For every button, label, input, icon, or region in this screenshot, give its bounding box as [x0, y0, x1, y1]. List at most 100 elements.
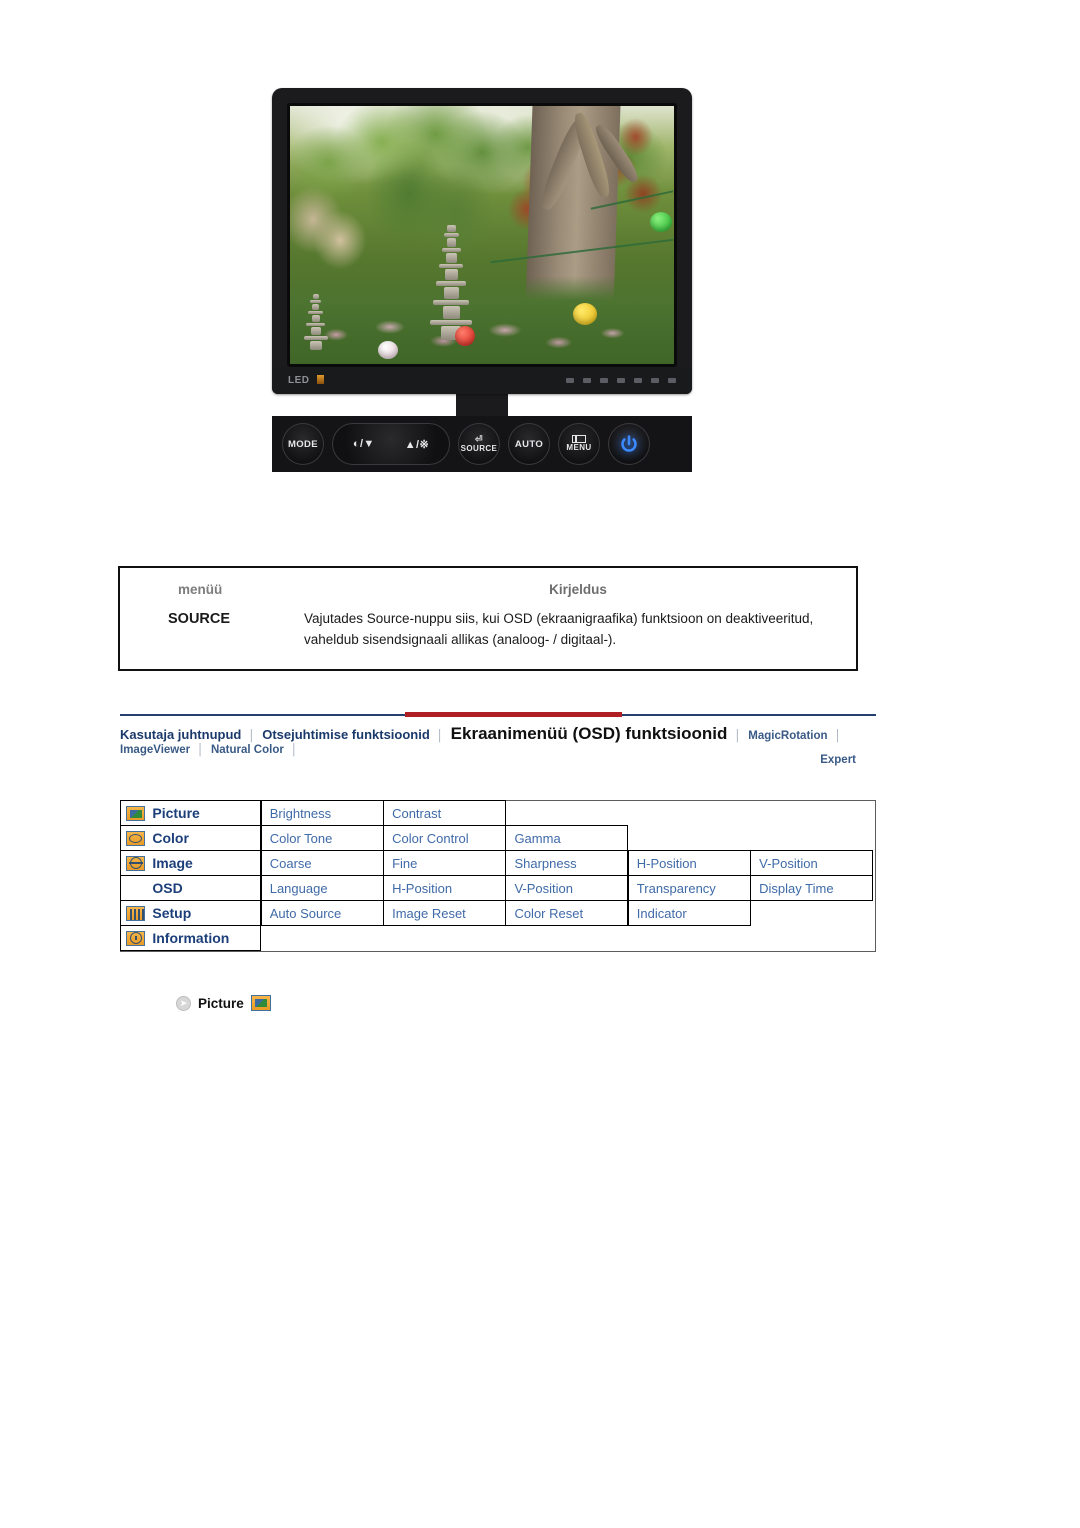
osd-label-text: Color: [152, 830, 189, 847]
table-row: Information: [120, 925, 875, 951]
source-button-label: SOURCE: [460, 443, 498, 453]
menu-bars-icon: [572, 435, 586, 444]
osd-cell-empty: [750, 825, 873, 851]
osd-item-h-position[interactable]: H-Position: [383, 875, 507, 901]
osd-label-text: Image: [152, 855, 193, 872]
osd-item-coarse[interactable]: Coarse: [260, 850, 384, 876]
osd-item-gamma[interactable]: Gamma: [505, 825, 629, 851]
table-row: OSD Language H-Position V-Position Trans…: [120, 875, 875, 901]
osd-item-display-time[interactable]: Display Time: [750, 875, 874, 901]
bezel-key-icon: [600, 378, 608, 383]
bezel-key-icon: [634, 378, 642, 383]
osd-cell-empty: [628, 925, 751, 951]
bezel-key-icons: [566, 378, 676, 383]
osd-item-v-position[interactable]: V-Position: [505, 875, 629, 901]
nav-separator: │: [734, 730, 742, 742]
nav-item-direct-functions[interactable]: Otsejuhtimise funktsioonid: [262, 727, 430, 742]
osd-cell-empty: [628, 825, 751, 851]
brightness-up-label: ▲/※: [404, 438, 430, 451]
osd-label-text: Setup: [152, 905, 192, 922]
bezel-key-icon: [617, 378, 625, 383]
nav-separator: │: [248, 730, 256, 742]
mode-button-label: MODE: [287, 438, 319, 450]
table-header-row: menüü Kirjeldus: [120, 568, 856, 597]
picture-section-label: Picture: [198, 995, 244, 1011]
power-button[interactable]: [608, 423, 650, 465]
osd-item-color-reset[interactable]: Color Reset: [505, 900, 629, 926]
source-description-table: menüü Kirjeldus SOURCE Vajutades Source-…: [118, 566, 858, 671]
osd-item-fine[interactable]: Fine: [383, 850, 507, 876]
osd-label-text: Picture: [152, 805, 200, 822]
brightness-rocker-button[interactable]: ◐/▼ ▲/※: [332, 423, 450, 465]
picture-icon: [126, 805, 146, 821]
osd-item-h-position[interactable]: H-Position: [627, 850, 751, 876]
nav-rails: [120, 712, 876, 717]
osd-item-auto-source[interactable]: Auto Source: [260, 900, 384, 926]
nav-separator: │: [834, 730, 842, 742]
column-header-menu: menüü: [178, 582, 223, 597]
nav-item-natural-color-expert[interactable]: Expert: [120, 754, 876, 766]
osd-row-label-picture[interactable]: Picture: [120, 800, 262, 826]
osd-cell-empty: [750, 800, 873, 826]
osd-cell-empty: [750, 925, 873, 951]
table-row: SOURCE Vajutades Source-nuppu siis, kui …: [120, 597, 856, 669]
nav-item-magicrotation[interactable]: MagicRotation: [748, 730, 827, 742]
brightness-down-label: ◐/▼: [352, 438, 375, 450]
image-icon: [126, 855, 146, 871]
osd-item-image-reset[interactable]: Image Reset: [383, 900, 507, 926]
auto-button[interactable]: AUTO: [508, 423, 550, 465]
nav-separator: │: [436, 730, 444, 742]
led-lamp-icon: [316, 375, 324, 384]
source-description-text: Vajutades Source-nuppu siis, kui OSD (ek…: [304, 611, 814, 647]
nav-item-osd-functions[interactable]: Ekraanimenüü (OSD) funktsioonid: [451, 724, 728, 744]
screen-lantern-red: [455, 325, 476, 346]
picture-section-heading: ➤ Picture: [176, 995, 271, 1011]
picture-icon: [250, 995, 271, 1011]
osd-cell-empty: [628, 800, 751, 826]
osd-item-v-position[interactable]: V-Position: [750, 850, 874, 876]
osd-item-contrast[interactable]: Contrast: [383, 800, 507, 826]
auto-button-label: AUTO: [514, 438, 544, 450]
arrow-bullet-icon: ➤: [176, 995, 191, 1011]
monitor-body: LED: [272, 88, 692, 394]
monitor-bezel-bottom: LED: [272, 367, 692, 394]
bezel-key-icon: [583, 378, 591, 383]
monitor-screen: [287, 103, 677, 367]
osd-menu-map-table: Picture Brightness Contrast Color Color …: [120, 800, 876, 952]
led-text: LED: [288, 375, 310, 386]
bezel-key-icon: [651, 378, 659, 383]
osd-cell-empty: [383, 925, 506, 951]
osd-cell-empty: [505, 800, 628, 826]
osd-item-brightness[interactable]: Brightness: [260, 800, 384, 826]
osd-row-label-color[interactable]: Color: [120, 825, 262, 851]
power-icon: [621, 435, 637, 452]
table-row: Picture Brightness Contrast: [120, 800, 875, 826]
osd-label-text: Information: [152, 930, 230, 947]
information-icon: [126, 930, 146, 946]
mode-button[interactable]: MODE: [282, 423, 324, 465]
osd-row-label-image[interactable]: Image: [120, 850, 262, 876]
osd-row-label-information[interactable]: Information: [120, 925, 262, 951]
source-key-label: SOURCE: [168, 611, 231, 627]
page-root: LED MODE ◐/▼ ▲/※ ⏎ SOURCE AUTO MENU menü…: [0, 0, 1080, 1528]
table-row: Setup Auto Source Image Reset Color Rese…: [120, 900, 875, 926]
monitor-illustration: LED MODE ◐/▼ ▲/※ ⏎ SOURCE AUTO MENU: [272, 88, 692, 472]
osd-item-color-control[interactable]: Color Control: [383, 825, 507, 851]
osd-item-sharpness[interactable]: Sharpness: [505, 850, 629, 876]
table-row: Color Color Tone Color Control Gamma: [120, 825, 875, 851]
osd-row-label-osd[interactable]: OSD: [120, 875, 262, 901]
led-indicator-label: LED: [288, 375, 324, 386]
osd-row-label-setup[interactable]: Setup: [120, 900, 262, 926]
nav-item-user-controls[interactable]: Kasutaja juhtnupud: [120, 727, 241, 742]
osd-cell-empty: [505, 925, 628, 951]
table-row: Image Coarse Fine Sharpness H-Position V…: [120, 850, 875, 876]
nav-active-marker: [405, 712, 622, 717]
osd-item-transparency[interactable]: Transparency: [627, 875, 751, 901]
osd-item-language[interactable]: Language: [260, 875, 384, 901]
osd-item-color-tone[interactable]: Color Tone: [260, 825, 384, 851]
bezel-key-icon: [668, 378, 676, 383]
osd-item-indicator[interactable]: Indicator: [627, 900, 751, 926]
menu-button[interactable]: MENU: [558, 423, 600, 465]
screen-lantern-green: [650, 211, 672, 232]
source-button[interactable]: ⏎ SOURCE: [458, 423, 500, 465]
